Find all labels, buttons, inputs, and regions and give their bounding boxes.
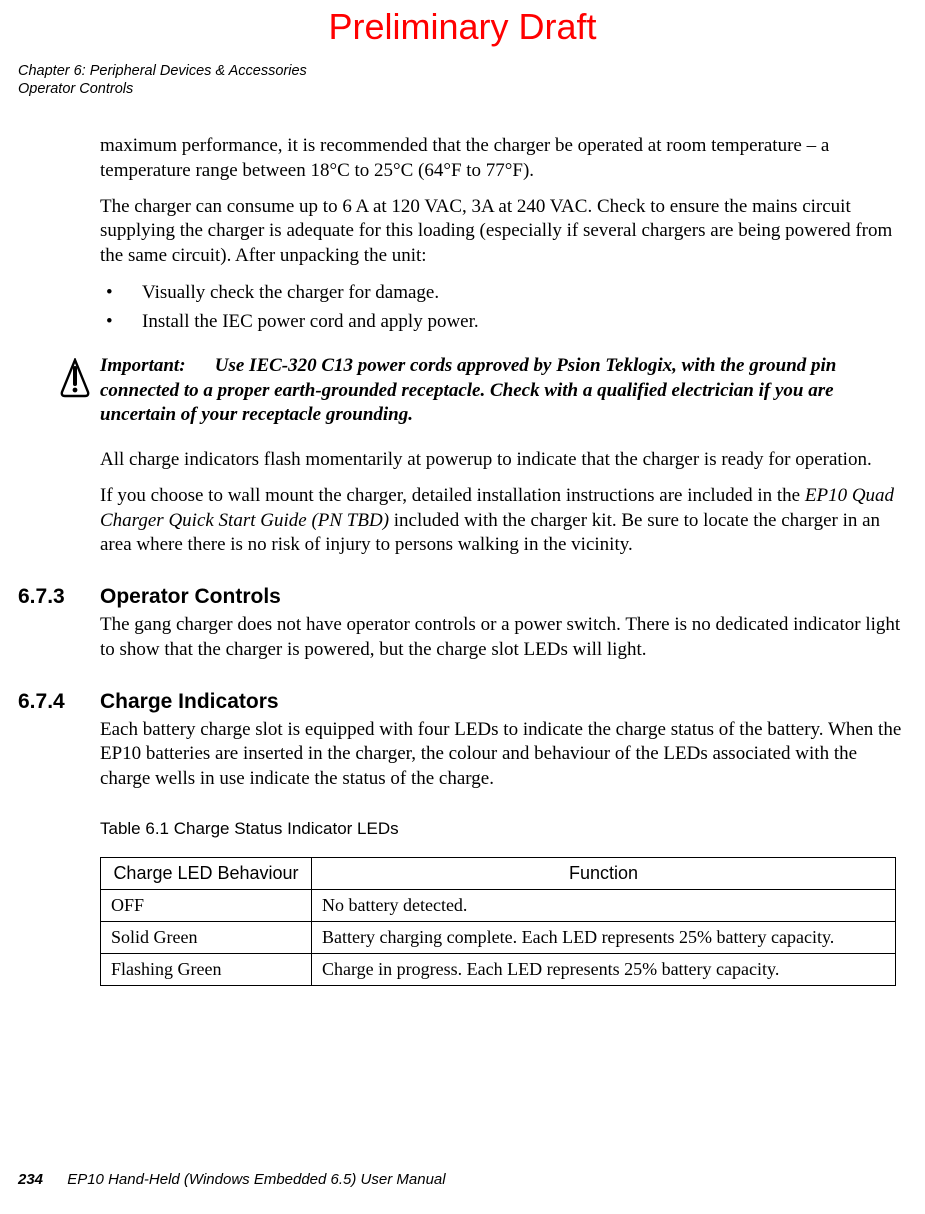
paragraph: The gang charger does not have operator … [100, 613, 907, 662]
table-header-cell: Function [312, 857, 896, 889]
table-cell: No battery detected. [312, 889, 896, 921]
footer-manual-title: EP10 Hand-Held (Windows Embedded 6.5) Us… [67, 1171, 445, 1188]
bullet-icon: • [100, 309, 142, 336]
paragraph: If you choose to wall mount the charger,… [100, 484, 907, 557]
important-text-block: Important: Use IEC-320 C13 power cords a… [100, 354, 907, 428]
paragraph: Each battery charge slot is equipped wit… [100, 718, 907, 791]
important-body-inline: Use IEC-320 C13 power cords approved by … [100, 355, 836, 425]
list-item-text: Install the IEC power cord and apply pow… [142, 309, 479, 336]
table-row: OFF No battery detected. [101, 889, 896, 921]
bullet-icon: • [100, 280, 142, 307]
section-number: 6.7.3 [18, 585, 100, 609]
table-header-cell: Charge LED Behaviour [101, 857, 312, 889]
page-footer: 234 EP10 Hand-Held (Windows Embedded 6.5… [18, 1171, 446, 1188]
paragraph-text: If you choose to wall mount the charger,… [100, 485, 805, 506]
page-header: Chapter 6: Peripheral Devices & Accessor… [18, 62, 925, 98]
important-label: Important: [100, 354, 210, 379]
table-cell: Charge in progress. Each LED represents … [312, 953, 896, 985]
table-cell: OFF [101, 889, 312, 921]
header-section: Operator Controls [18, 80, 925, 98]
table-row: Flashing Green Charge in progress. Each … [101, 953, 896, 985]
table-cell: Solid Green [101, 921, 312, 953]
bullet-list: • Visually check the charger for damage.… [100, 280, 907, 336]
page-content: maximum performance, it is recommended t… [100, 134, 907, 986]
section-title: Charge Indicators [100, 690, 279, 714]
list-item-text: Visually check the charger for damage. [142, 280, 439, 307]
section-heading: 6.7.3 Operator Controls [18, 585, 907, 609]
warning-icon [60, 358, 90, 403]
section-heading: 6.7.4 Charge Indicators [18, 690, 907, 714]
important-callout: Important: Use IEC-320 C13 power cords a… [60, 354, 907, 428]
draft-watermark: Preliminary Draft [0, 6, 925, 48]
paragraph: maximum performance, it is recommended t… [100, 134, 907, 183]
paragraph: All charge indicators flash momentarily … [100, 448, 907, 472]
table-row: Solid Green Battery charging complete. E… [101, 921, 896, 953]
table-cell: Battery charging complete. Each LED repr… [312, 921, 896, 953]
section-title: Operator Controls [100, 585, 281, 609]
led-status-table: Charge LED Behaviour Function OFF No bat… [100, 857, 896, 986]
table-cell: Flashing Green [101, 953, 312, 985]
header-chapter: Chapter 6: Peripheral Devices & Accessor… [18, 62, 925, 80]
list-item: • Visually check the charger for damage. [100, 280, 907, 307]
table-caption: Table 6.1 Charge Status Indicator LEDs [100, 819, 907, 839]
table-header-row: Charge LED Behaviour Function [101, 857, 896, 889]
page: Preliminary Draft Chapter 6: Peripheral … [0, 6, 925, 1214]
list-item: • Install the IEC power cord and apply p… [100, 309, 907, 336]
page-number: 234 [18, 1171, 43, 1188]
paragraph: The charger can consume up to 6 A at 120… [100, 195, 907, 268]
section-number: 6.7.4 [18, 690, 100, 714]
